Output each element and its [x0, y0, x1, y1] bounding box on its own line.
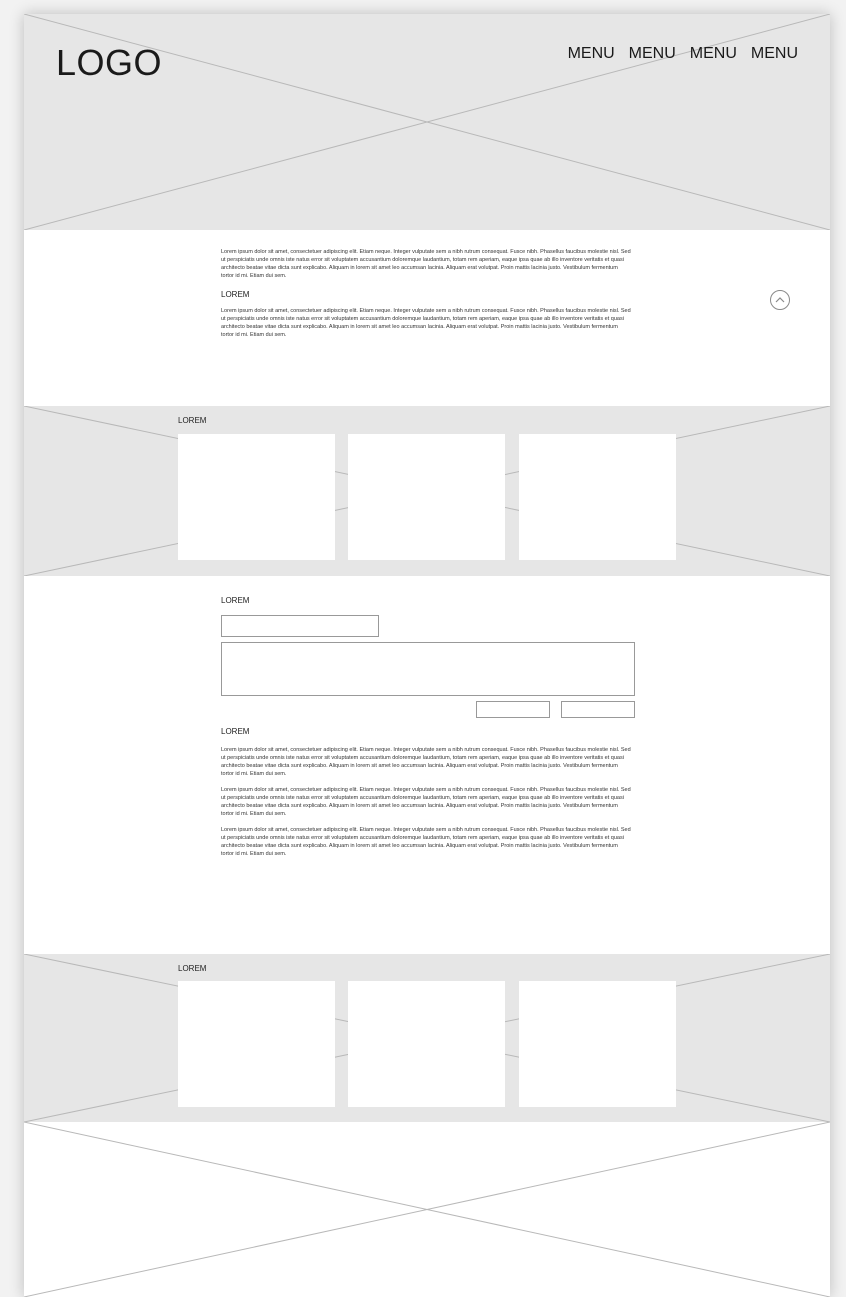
nav-menu-item-4[interactable]: MENU: [751, 45, 798, 63]
gallery-1-card-3[interactable]: [519, 434, 676, 560]
nav-menu-item-2[interactable]: MENU: [629, 45, 676, 63]
form-paragraph-3: Lorem ipsum dolor sit amet, consectetuer…: [221, 827, 631, 857]
gallery-section-1: LOREM: [24, 406, 830, 576]
form-heading: LOREM: [221, 596, 250, 605]
form-text-column: LOREM Lorem ipsum dolor sit amet, consec…: [221, 727, 631, 858]
scroll-up-button[interactable]: [770, 290, 790, 310]
intro-text-column: Lorem ipsum dolor sit amet, consectetuer…: [221, 248, 631, 339]
form-button-2[interactable]: [561, 701, 635, 718]
footer-image-placeholder: [24, 1122, 830, 1297]
nav-menu-item-3[interactable]: MENU: [690, 45, 737, 63]
intro-heading: LOREM: [221, 290, 250, 299]
footer: [24, 1122, 830, 1297]
form-button-1[interactable]: [476, 701, 550, 718]
gallery-section-2: LOREM: [24, 954, 830, 1122]
name-input[interactable]: [221, 615, 379, 637]
intro-paragraph-1: Lorem ipsum dolor sit amet, consectetuer…: [221, 249, 631, 279]
message-textarea[interactable]: [221, 642, 635, 696]
gallery-2-card-1[interactable]: [178, 981, 335, 1107]
intro-section: Lorem ipsum dolor sit amet, consectetuer…: [24, 230, 830, 406]
logo[interactable]: LOGO: [56, 42, 162, 84]
gallery-1-card-1[interactable]: [178, 434, 335, 560]
main-nav: MENU MENU MENU MENU: [568, 45, 798, 63]
hero-header: LOGO MENU MENU MENU MENU: [24, 14, 830, 230]
form-paragraph-1: Lorem ipsum dolor sit amet, consectetuer…: [221, 747, 631, 777]
form-text-heading: LOREM: [221, 727, 250, 736]
gallery-2-card-3[interactable]: [519, 981, 676, 1107]
intro-paragraph-2: Lorem ipsum dolor sit amet, consectetuer…: [221, 308, 631, 338]
gallery-1-label: LOREM: [178, 416, 207, 425]
form-section: LOREM LOREM Lorem ipsum dolor sit amet, …: [24, 576, 830, 954]
chevron-up-icon: [775, 297, 785, 303]
gallery-2-label: LOREM: [178, 964, 207, 973]
form-paragraph-2: Lorem ipsum dolor sit amet, consectetuer…: [221, 787, 631, 817]
gallery-1-card-2[interactable]: [348, 434, 505, 560]
nav-menu-item-1[interactable]: MENU: [568, 45, 615, 63]
gallery-2-card-2[interactable]: [348, 981, 505, 1107]
wireframe-page: LOGO MENU MENU MENU MENU Lorem ipsum dol…: [24, 14, 830, 1297]
